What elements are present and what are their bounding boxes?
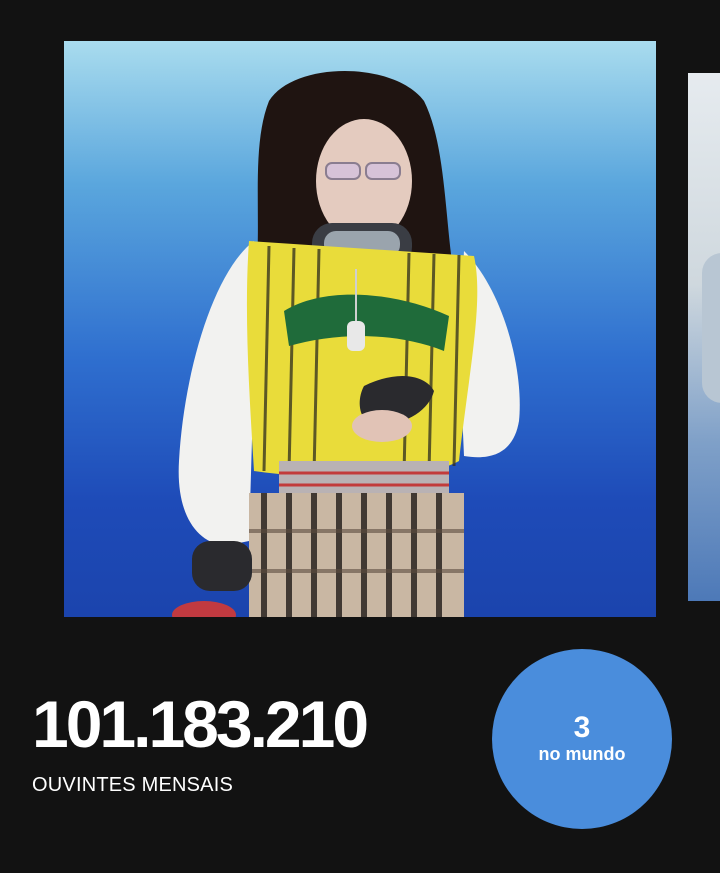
next-photo-preview[interactable] <box>688 73 720 601</box>
monthly-listeners-count: 101.183.210 <box>32 687 369 761</box>
listener-stats: 101.183.210 OUVINTES MENSAIS <box>32 686 369 797</box>
artist-photo-illustration <box>172 71 520 617</box>
photo-carousel[interactable] <box>0 0 720 640</box>
artist-photo[interactable] <box>64 41 656 617</box>
rank-scope-label: no mundo <box>538 744 626 764</box>
monthly-listeners-label: OUVINTES MENSAIS <box>32 774 234 796</box>
world-rank-badge: 3 no mundo <box>492 649 672 829</box>
next-photo-shape <box>702 253 720 403</box>
rank-number: 3 <box>573 711 591 744</box>
